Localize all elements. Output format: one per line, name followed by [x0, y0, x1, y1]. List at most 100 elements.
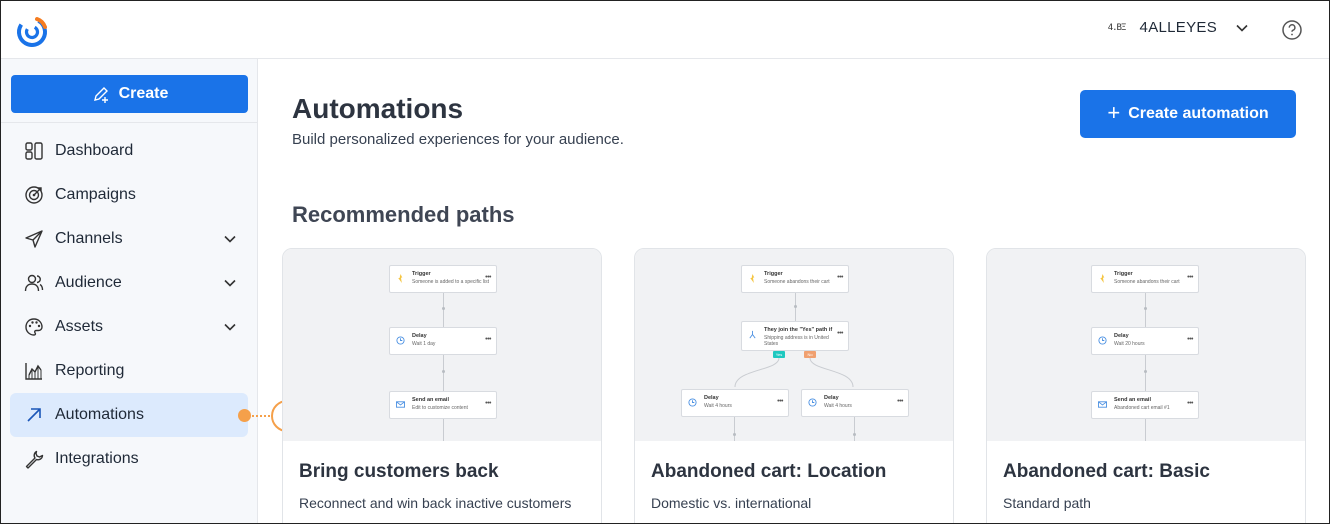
- path-card-bring-customers-back[interactable]: Trigger Someone is added to a specific l…: [282, 248, 602, 523]
- email-icon: [1098, 401, 1107, 408]
- sidebar-divider: [1, 122, 257, 123]
- sidebar-item-label: Assets: [55, 318, 104, 335]
- clock-icon: [396, 336, 405, 345]
- target-icon: [25, 186, 43, 204]
- more-icon: •••: [485, 400, 491, 407]
- branch-connectors: [734, 357, 854, 388]
- more-icon: •••: [1187, 274, 1193, 281]
- flow-connector: [443, 355, 444, 391]
- card-description: Reconnect and win back inactive customer…: [299, 495, 572, 511]
- sidebar-item-audience[interactable]: Audience: [1, 261, 257, 305]
- more-icon: •••: [837, 330, 843, 337]
- more-icon: •••: [897, 398, 903, 405]
- flow-node: Send an email Edit to customize content …: [389, 391, 497, 419]
- flow-connector: [734, 417, 735, 441]
- path-preview: Trigger Someone abandons their cart ••• …: [635, 249, 953, 441]
- card-title: Bring customers back: [299, 461, 499, 482]
- flow-connector: [443, 419, 444, 441]
- clock-icon: [808, 398, 817, 407]
- create-automation-button[interactable]: + Create automation: [1080, 90, 1296, 138]
- sidebar-item-channels[interactable]: Channels: [1, 217, 257, 261]
- sidebar-item-label: Channels: [55, 230, 123, 247]
- flow-dot: [442, 307, 445, 310]
- flow-dot: [794, 305, 797, 308]
- sidebar-item-label: Campaigns: [55, 186, 136, 203]
- palette-icon: [25, 318, 43, 336]
- sidebar-nav: Dashboard Campaigns Channels Audience As…: [1, 129, 257, 481]
- flow-dot: [442, 370, 445, 373]
- help-icon[interactable]: [1281, 19, 1303, 41]
- clock-icon: [688, 398, 697, 407]
- sidebar: Create Dashboard Campaigns Channels Audi…: [1, 59, 258, 523]
- sidebar-item-assets[interactable]: Assets: [1, 305, 257, 349]
- more-icon: •••: [1187, 400, 1193, 407]
- card-title: Abandoned cart: Basic: [1003, 461, 1210, 482]
- sidebar-item-reporting[interactable]: Reporting: [1, 349, 257, 393]
- page-title: Automations: [292, 93, 464, 124]
- flow-connector: [854, 417, 855, 441]
- flow-node: Trigger Someone abandons their cart •••: [741, 265, 849, 293]
- sidebar-item-label: Automations: [55, 406, 144, 423]
- chevron-down-icon[interactable]: [223, 320, 237, 334]
- account-name: 4ALLEYES: [1139, 19, 1217, 36]
- path-preview: Trigger Someone is added to a specific l…: [283, 249, 601, 441]
- create-automation-label: Create automation: [1128, 105, 1269, 122]
- path-card-abandoned-cart-basic[interactable]: Trigger Someone abandons their cart ••• …: [986, 248, 1306, 523]
- sidebar-item-label: Reporting: [55, 362, 125, 379]
- flow-node: Delay Wait 1 day •••: [389, 327, 497, 355]
- chevron-down-icon: [1236, 24, 1248, 32]
- sidebar-item-label: Dashboard: [55, 142, 134, 159]
- account-logo: 4.ΒΞ: [1107, 22, 1127, 33]
- wrench-icon: [25, 450, 44, 469]
- sidebar-item-campaigns[interactable]: Campaigns: [1, 173, 257, 217]
- flow-node: Delay Wait 4 hours •••: [681, 389, 789, 417]
- callout-dot: [238, 409, 251, 422]
- card-description: Domestic vs. international: [651, 495, 812, 511]
- sidebar-item-automations[interactable]: Automations: [10, 393, 248, 437]
- chevron-down-icon[interactable]: [223, 276, 237, 290]
- flow-connector: [443, 293, 444, 327]
- flow-node: Send an email Abandoned cart email #1 ••…: [1091, 391, 1199, 419]
- flow-connector: [1145, 355, 1146, 391]
- clock-icon: [1098, 336, 1107, 345]
- sidebar-item-dashboard[interactable]: Dashboard: [1, 129, 257, 173]
- chevron-down-icon[interactable]: [223, 232, 237, 246]
- people-icon: [24, 274, 44, 292]
- create-button-label: Create: [118, 85, 169, 102]
- more-icon: •••: [777, 398, 783, 405]
- more-icon: •••: [1187, 336, 1193, 343]
- flow-node: They join the "Yes" path if Shipping add…: [741, 321, 849, 351]
- more-icon: •••: [837, 274, 843, 281]
- top-bar: 4.ΒΞ 4ALLEYES: [1, 1, 1329, 59]
- email-icon: [396, 401, 405, 408]
- sidebar-item-integrations[interactable]: Integrations: [1, 437, 257, 481]
- chart-icon: [25, 363, 42, 380]
- flow-node: Delay Wait 20 hours •••: [1091, 327, 1199, 355]
- branch-icon: [749, 330, 756, 339]
- constant-contact-logo-icon[interactable]: [15, 13, 51, 49]
- more-icon: •••: [485, 274, 491, 281]
- path-card-abandoned-cart-location[interactable]: Trigger Someone abandons their cart ••• …: [634, 248, 954, 523]
- trigger-icon: [398, 274, 403, 283]
- card-description: Standard path: [1003, 495, 1091, 511]
- send-icon: [25, 230, 43, 248]
- plus-icon: +: [1107, 100, 1121, 125]
- flow-node: Trigger Someone abandons their cart •••: [1091, 265, 1199, 293]
- card-title: Abandoned cart: Location: [651, 461, 887, 482]
- flow-dot: [853, 433, 856, 436]
- flow-connector: [1145, 293, 1146, 327]
- flow-node: Trigger Someone is added to a specific l…: [389, 265, 497, 293]
- arrow-up-right-icon: [27, 408, 41, 422]
- page-subtitle: Build personalized experiences for your …: [292, 131, 624, 148]
- pencil-plus-icon: [93, 87, 108, 103]
- dashboard-icon: [25, 142, 43, 160]
- section-title: Recommended paths: [292, 202, 515, 227]
- flow-dot: [733, 433, 736, 436]
- flow-dot: [1144, 307, 1147, 310]
- account-menu[interactable]: 4.ΒΞ 4ALLEYES: [1104, 19, 1249, 36]
- trigger-icon: [1100, 274, 1105, 283]
- app-window: 4.ΒΞ 4ALLEYES Create Dashboard Campaigns…: [0, 0, 1330, 524]
- path-preview: Trigger Someone abandons their cart ••• …: [987, 249, 1305, 441]
- create-button[interactable]: Create: [11, 75, 248, 113]
- flow-connector: [1145, 419, 1146, 441]
